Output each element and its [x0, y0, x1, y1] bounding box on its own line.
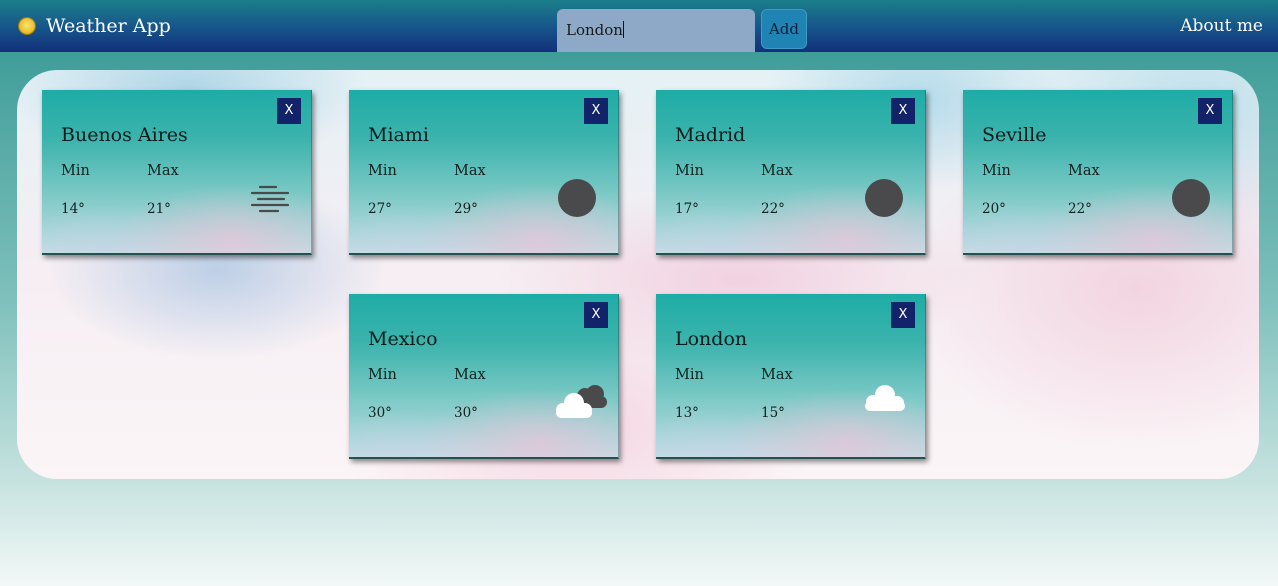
min-label: Min	[368, 163, 397, 179]
city-card-miami: X Miami Min Max 27° 29°	[349, 90, 619, 255]
close-card-button[interactable]: X	[277, 98, 301, 124]
min-label: Min	[61, 163, 90, 179]
min-label: Min	[982, 163, 1011, 179]
app-title: Weather App	[46, 15, 171, 37]
city-card-seville: X Seville Min Max 20° 22°	[963, 90, 1233, 255]
city-name: Miami	[368, 124, 429, 146]
min-label: Min	[675, 367, 704, 383]
clear-night-icon	[865, 179, 903, 217]
max-temperature: 15°	[761, 405, 785, 421]
city-name: Madrid	[675, 124, 746, 146]
max-label: Max	[147, 163, 179, 179]
max-label: Max	[454, 163, 486, 179]
min-temperature: 13°	[675, 405, 699, 421]
min-label: Min	[368, 367, 397, 383]
close-card-button[interactable]: X	[891, 302, 915, 328]
brand[interactable]: Weather App	[19, 14, 171, 38]
max-temperature: 21°	[147, 201, 171, 217]
city-name: Mexico	[368, 328, 438, 350]
cloud-icon	[865, 385, 905, 411]
search-input-value: London	[566, 21, 623, 39]
city-name: London	[675, 328, 748, 350]
min-temperature: 20°	[982, 201, 1006, 217]
max-label: Max	[761, 367, 793, 383]
max-temperature: 29°	[454, 201, 478, 217]
city-card-london: X London Min Max 13° 15°	[656, 294, 926, 459]
navbar: Weather App London Add About me	[0, 0, 1278, 52]
sun-icon	[19, 18, 35, 34]
max-label: Max	[1068, 163, 1100, 179]
min-temperature: 14°	[61, 201, 85, 217]
max-temperature: 22°	[1068, 201, 1092, 217]
min-temperature: 27°	[368, 201, 392, 217]
min-temperature: 17°	[675, 201, 699, 217]
about-me-link[interactable]: About me	[1180, 15, 1263, 37]
clear-night-icon	[1172, 179, 1210, 217]
text-caret	[622, 21, 624, 38]
max-temperature: 22°	[761, 201, 785, 217]
add-city-button[interactable]: Add	[761, 9, 807, 49]
close-card-button[interactable]: X	[1198, 98, 1222, 124]
max-label: Max	[454, 367, 486, 383]
broken-clouds-icon	[556, 385, 607, 418]
close-card-button[interactable]: X	[584, 98, 608, 124]
max-label: Max	[761, 163, 793, 179]
city-name: Buenos Aires	[61, 124, 188, 146]
cities-board: X Buenos Aires Min Max 14° 21° X Miami M…	[17, 70, 1259, 479]
min-temperature: 30°	[368, 405, 392, 421]
city-card-buenos-aires: X Buenos Aires Min Max 14° 21°	[42, 90, 312, 255]
city-search-input[interactable]: London	[557, 9, 755, 52]
close-card-button[interactable]: X	[584, 302, 608, 328]
city-card-mexico: X Mexico Min Max 30° 30°	[349, 294, 619, 459]
city-name: Seville	[982, 124, 1047, 146]
max-temperature: 30°	[454, 405, 478, 421]
min-label: Min	[675, 163, 704, 179]
city-card-madrid: X Madrid Min Max 17° 22°	[656, 90, 926, 255]
clear-night-icon	[558, 179, 596, 217]
mist-icon	[250, 185, 290, 213]
close-card-button[interactable]: X	[891, 98, 915, 124]
